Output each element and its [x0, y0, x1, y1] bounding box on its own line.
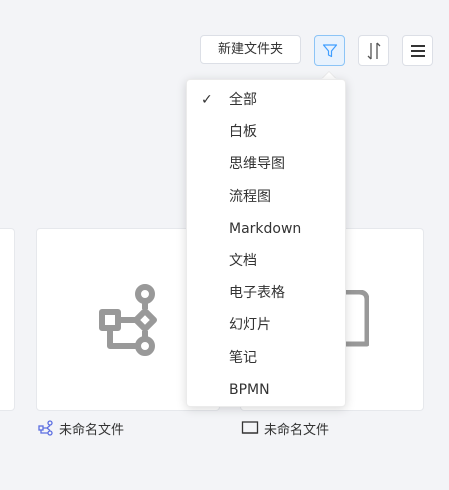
filter-item-slides[interactable]: 幻灯片 — [187, 309, 345, 341]
filter-item-label: 文档 — [229, 252, 257, 269]
filter-icon — [322, 43, 337, 57]
sort-icon — [367, 42, 380, 59]
toolbar: 新建文件夹 — [0, 35, 449, 66]
sort-button[interactable] — [358, 35, 389, 66]
new-folder-button[interactable]: 新建文件夹 — [200, 35, 301, 64]
menu-button[interactable] — [402, 35, 433, 66]
filter-item-mindmap[interactable]: 思维导图 — [187, 148, 345, 180]
filter-item-label: 笔记 — [229, 349, 257, 366]
file-name: 未命名文件 — [59, 422, 125, 438]
filter-item-document[interactable]: 文档 — [187, 245, 345, 277]
file-card-partial[interactable] — [0, 228, 15, 411]
file-caption[interactable]: 未命名文件 — [241, 419, 330, 438]
filter-item-label: 流程图 — [229, 188, 271, 205]
document-icon — [241, 421, 259, 434]
filter-item-label: 幻灯片 — [229, 317, 271, 334]
filter-item-markdown[interactable]: Markdown — [187, 213, 345, 245]
filter-item-all[interactable]: ✓ 全部 — [187, 84, 345, 116]
filter-item-label: 白板 — [229, 124, 257, 141]
filter-item-whiteboard[interactable]: 白板 — [187, 116, 345, 148]
filter-item-flowchart[interactable]: 流程图 — [187, 181, 345, 213]
filter-item-label: 全部 — [229, 92, 257, 108]
file-name: 未命名文件 — [264, 422, 330, 438]
dropdown-arrow — [322, 72, 336, 79]
filter-menu-list: ✓ 全部 白板 思维导图 流程图 Markdown 文档 电子表格 幻灯片 笔记… — [187, 80, 345, 406]
filter-dropdown: ✓ 全部 白板 思维导图 流程图 Markdown 文档 电子表格 幻灯片 笔记… — [186, 79, 346, 407]
check-icon: ✓ — [201, 92, 213, 108]
filter-item-label: BPMN — [229, 381, 270, 398]
menu-icon — [410, 44, 425, 57]
filter-item-spreadsheet[interactable]: 电子表格 — [187, 277, 345, 309]
filter-button[interactable] — [314, 35, 345, 66]
filter-item-label: 思维导图 — [229, 156, 285, 173]
filter-item-notes[interactable]: 笔记 — [187, 342, 345, 374]
filter-item-label: 电子表格 — [229, 285, 285, 302]
flowchart-large-icon — [99, 284, 157, 356]
filter-item-bpmn[interactable]: BPMN — [187, 374, 345, 406]
file-caption[interactable]: 未命名文件 — [38, 419, 125, 438]
flowchart-icon — [38, 420, 53, 436]
filter-item-label: Markdown — [229, 220, 302, 237]
